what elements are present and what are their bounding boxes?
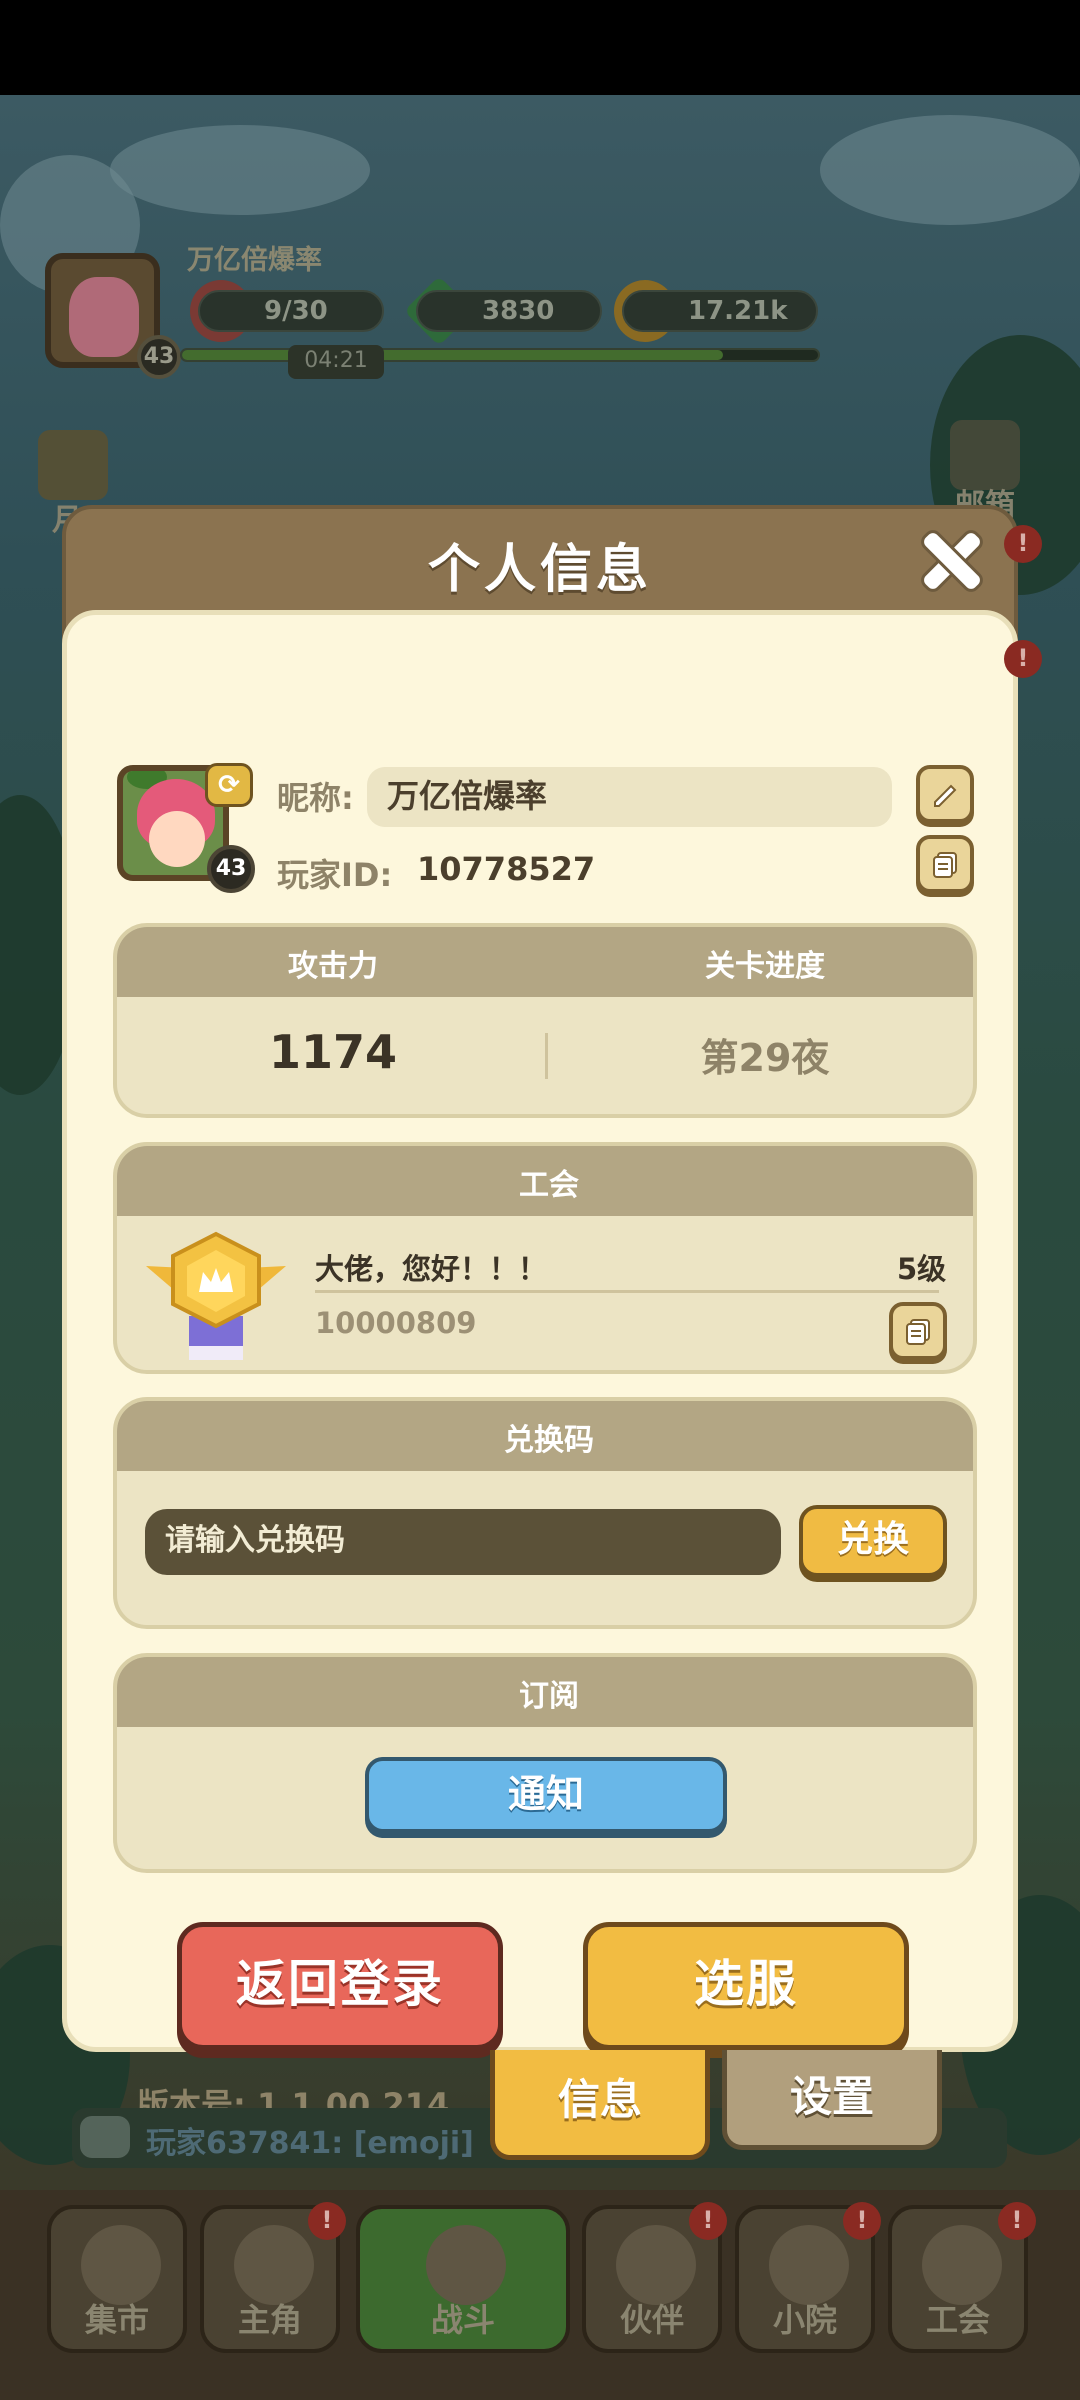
nickname-field[interactable]: 万亿倍爆率 [367, 767, 892, 827]
xp-bar [180, 348, 820, 362]
stamina-pill[interactable]: 9/30 [198, 290, 384, 332]
copy-id-button[interactable] [916, 835, 974, 893]
gems-pill[interactable]: 3830 [416, 290, 602, 332]
hud-level-badge: 43 [137, 335, 181, 379]
redeem-code-input[interactable]: 请输入兑换码 [145, 1509, 781, 1575]
tab-settings[interactable]: 设置 [722, 2050, 942, 2150]
gems-value: 3830 [482, 296, 555, 326]
attack-value: 1174 [268, 1025, 398, 1079]
nav-battle-label: 战斗 [430, 2301, 495, 2339]
attack-header: 攻击力 [288, 949, 378, 984]
yard-badge: ! [843, 2202, 881, 2240]
nav-partner-label: 伙伴 [619, 2301, 684, 2339]
guild-section: 工会 大佬，您好！！！ 5级 10000809 [113, 1142, 977, 1374]
copy-icon [933, 852, 957, 878]
hud-timer: 04:21 [288, 345, 384, 379]
nav-battle[interactable]: 战斗 [356, 2205, 570, 2353]
event-icon[interactable] [38, 430, 108, 500]
stats-divider [545, 1033, 548, 1079]
guild-id: 10000809 [315, 1306, 477, 1340]
subscribe-header-label: 订阅 [519, 1679, 579, 1714]
close-button[interactable] [919, 528, 983, 592]
back-to-login-button[interactable]: 返回登录 [177, 1922, 503, 2050]
redeem-header-label: 兑换码 [504, 1423, 594, 1458]
guild-name: 大佬，您好！！！ [315, 1252, 548, 1286]
tab-info[interactable]: 信息 [490, 2050, 710, 2160]
dialog-body: ⟳ 43 昵称: 万亿倍爆率 玩家ID: 10778527 攻击力 关卡进度 1… [62, 610, 1018, 2124]
xp-bar-fill [182, 350, 723, 360]
profile-level-badge: 43 [207, 845, 255, 893]
nav-guild-label: 工会 [925, 2301, 990, 2339]
pencil-icon [934, 784, 957, 807]
guild-divider [315, 1290, 939, 1293]
chat-bubble-icon [80, 2116, 130, 2158]
player-id-label: 玩家ID: [277, 856, 393, 894]
guild-icon [922, 2225, 1002, 2305]
nickname-label: 昵称: [277, 779, 354, 817]
side-badge-1: ! [1004, 525, 1042, 563]
nav-hero-label: 主角 [237, 2301, 302, 2339]
refresh-avatar-icon[interactable]: ⟳ [205, 763, 253, 807]
select-server-button[interactable]: 选服 [583, 1922, 909, 2050]
chat-message: 玩家637841: [emoji] [146, 2126, 474, 2161]
stamina-value: 9/30 [264, 296, 328, 326]
pickaxe-icon [426, 2225, 506, 2305]
player-id-value: 10778527 [417, 850, 596, 888]
hero-badge: ! [308, 2202, 346, 2240]
market-icon [81, 2225, 161, 2305]
yard-icon [769, 2225, 849, 2305]
partner-badge: ! [689, 2202, 727, 2240]
progress-header: 关卡进度 [705, 949, 825, 984]
nav-market-label: 集市 [84, 2301, 149, 2339]
progress-value: 第29夜 [700, 1036, 830, 1080]
side-badge-2: ! [1004, 640, 1042, 678]
guild-badge: ! [998, 2202, 1036, 2240]
profile-dialog: 个人信息 ⟳ 43 昵称: 万亿倍爆率 玩家ID: 10778527 攻击力 关… [62, 505, 1018, 2124]
partner-icon [616, 2225, 696, 2305]
hud-player-name: 万亿倍爆率 [187, 245, 322, 276]
copy-icon [906, 1319, 930, 1345]
dialog-title: 个人信息 [427, 540, 652, 600]
hero-icon [234, 2225, 314, 2305]
coins-value: 17.21k [688, 296, 788, 326]
stats-section: 攻击力 关卡进度 1174 第29夜 [113, 923, 977, 1118]
redeem-section: 兑换码 请输入兑换码 兑换 [113, 1397, 977, 1629]
nav-market[interactable]: 集市 [47, 2205, 187, 2353]
notify-button[interactable]: 通知 [365, 1757, 727, 1833]
guild-header-label: 工会 [519, 1168, 579, 1203]
subscribe-section: 订阅 通知 [113, 1653, 977, 1873]
status-bar [0, 0, 1080, 95]
guild-level: 5级 [897, 1252, 947, 1286]
nav-yard-label: 小院 [772, 2301, 837, 2339]
coins-pill[interactable]: 17.21k [622, 290, 818, 332]
copy-guild-id-button[interactable] [889, 1302, 947, 1360]
edit-nickname-button[interactable] [916, 765, 974, 823]
redeem-button[interactable]: 兑换 [799, 1505, 947, 1577]
guild-emblem-icon [146, 1231, 286, 1360]
